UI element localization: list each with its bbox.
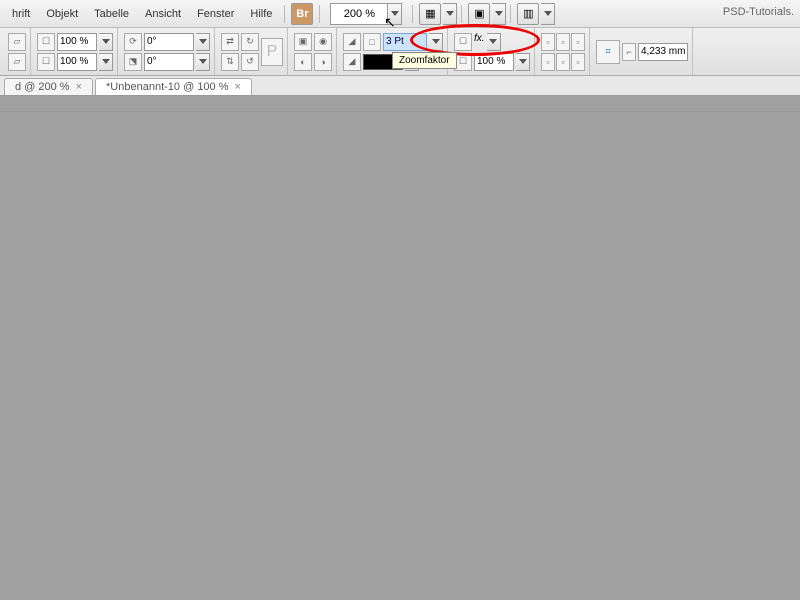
flip-h-icon[interactable]: ⇄: [221, 33, 239, 51]
select-prev-icon[interactable]: ◐: [294, 53, 312, 71]
effects-icon[interactable]: ☐: [37, 33, 55, 51]
arrange-dropdown[interactable]: [541, 3, 555, 25]
rotate-ccw-icon[interactable]: ↺: [241, 53, 259, 71]
stroke-type-icon[interactable]: □: [363, 33, 381, 51]
angle1-dd[interactable]: [196, 33, 210, 51]
opacity3-input[interactable]: [474, 53, 514, 71]
stroke-dd[interactable]: [429, 33, 443, 51]
opacity1-dd[interactable]: [99, 33, 113, 51]
flip-v-icon[interactable]: ⇅: [221, 53, 239, 71]
psd-link[interactable]: PSD-Tutorials.: [723, 6, 794, 18]
zoom-input[interactable]: [330, 3, 388, 25]
opacity2-dd[interactable]: [99, 53, 113, 71]
zoom-control[interactable]: [330, 3, 402, 25]
menu-hrift[interactable]: hrift: [4, 4, 38, 24]
fx-dd[interactable]: [487, 33, 501, 51]
view-dropdown[interactable]: [443, 3, 457, 25]
menu-objekt[interactable]: Objekt: [38, 4, 86, 24]
wrap5-icon[interactable]: ▫: [556, 53, 570, 71]
effects2-icon[interactable]: ☐: [37, 53, 55, 71]
fx-icon[interactable]: ☐: [454, 33, 472, 51]
bridge-button[interactable]: Br: [291, 3, 313, 25]
separator: [412, 5, 413, 23]
constrain-icon[interactable]: ▱: [8, 33, 26, 51]
angle1-input[interactable]: [144, 33, 194, 51]
opacity-icon[interactable]: ☐: [454, 53, 472, 71]
arrange-icon[interactable]: ▥: [517, 3, 539, 25]
tab-doc1[interactable]: d @ 200 %×: [4, 78, 93, 95]
screen-dropdown[interactable]: [492, 3, 506, 25]
wrap4-icon[interactable]: ▫: [541, 53, 555, 71]
rotate-icon[interactable]: ⟳: [124, 33, 142, 51]
shear-icon[interactable]: ⬔: [124, 53, 142, 71]
menu-tabelle[interactable]: Tabelle: [86, 4, 137, 24]
swap-icon[interactable]: ◢: [343, 53, 361, 71]
select-content-icon[interactable]: ◉: [314, 33, 332, 51]
ruler-horizontal: 1952002052102152202252302352402452502552…: [0, 96, 800, 112]
fill-icon[interactable]: ◢: [343, 33, 361, 51]
wrap6-icon[interactable]: ▫: [571, 53, 585, 71]
separator: [284, 5, 285, 23]
measure-input[interactable]: [638, 43, 688, 61]
menu-hilfe[interactable]: Hilfe: [242, 4, 280, 24]
rotate-cw-icon[interactable]: ↻: [241, 33, 259, 51]
angle2-input[interactable]: [144, 53, 194, 71]
menu-fenster[interactable]: Fenster: [189, 4, 242, 24]
separator: [510, 5, 511, 23]
menu-bar: hrift Objekt Tabelle Ansicht Fenster Hil…: [0, 0, 800, 28]
zoom-tooltip: Zoomfaktor: [392, 52, 457, 69]
angle2-dd[interactable]: [196, 53, 210, 71]
wrap2-icon[interactable]: ▫: [556, 33, 570, 51]
view-options-icon[interactable]: ▦: [419, 3, 441, 25]
opacity2-input[interactable]: [57, 53, 97, 71]
corner-icon[interactable]: ⌐: [622, 43, 636, 61]
select-next-icon[interactable]: ◑: [314, 53, 332, 71]
pasteboard: [0, 96, 800, 111]
wrap1-icon[interactable]: ▫: [541, 33, 555, 51]
paragraph-icon[interactable]: P: [261, 38, 283, 66]
close-icon[interactable]: ×: [235, 81, 241, 93]
screen-mode-icon[interactable]: ▣: [468, 3, 490, 25]
document-tabs: d @ 200 %× *Unbenannt-10 @ 100 %×: [0, 76, 800, 96]
menu-ansicht[interactable]: Ansicht: [137, 4, 189, 24]
crop-icon[interactable]: ⌗: [596, 40, 620, 64]
fx-label[interactable]: fx.: [474, 33, 485, 51]
close-icon[interactable]: ×: [76, 81, 82, 93]
opacity3-dd[interactable]: [516, 53, 530, 71]
stroke-weight-input[interactable]: 3 Pt: [383, 33, 427, 51]
wrap3-icon[interactable]: ▫: [571, 33, 585, 51]
tab-doc2[interactable]: *Unbenannt-10 @ 100 %×: [95, 78, 252, 95]
opacity1-input[interactable]: [57, 33, 97, 51]
constrain2-icon[interactable]: ▱: [8, 53, 26, 71]
separator: [319, 5, 320, 23]
zoom-dropdown[interactable]: [388, 3, 402, 25]
separator: [461, 5, 462, 23]
select-container-icon[interactable]: ▣: [294, 33, 312, 51]
